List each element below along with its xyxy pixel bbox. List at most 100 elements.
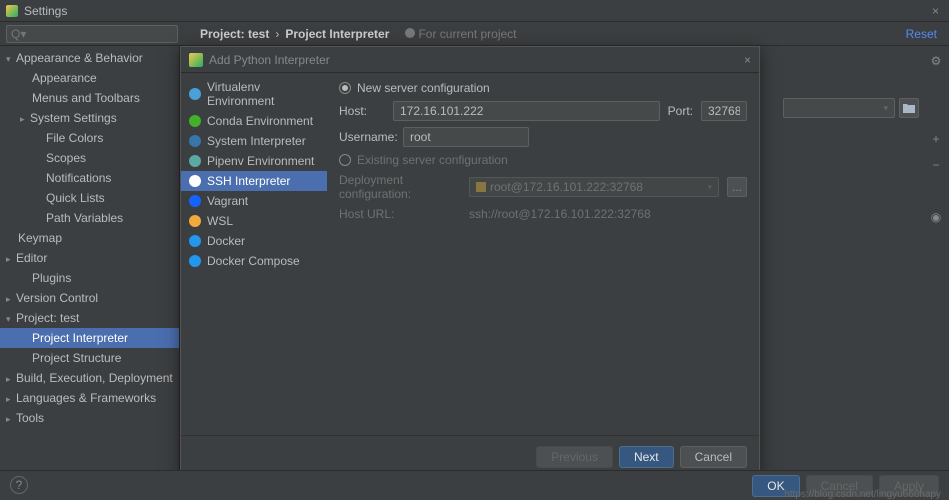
interpreter-option[interactable]: System Interpreter — [181, 131, 327, 151]
sidebar-item[interactable]: Project Interpreter — [0, 328, 179, 348]
host-url-label: Host URL: — [339, 207, 461, 221]
option-icon — [189, 115, 201, 127]
app-icon — [6, 5, 18, 17]
option-icon — [189, 88, 201, 100]
port-input[interactable] — [701, 101, 747, 121]
option-label: Docker Compose — [207, 254, 300, 268]
new-config-radio-row[interactable]: New server configuration — [339, 81, 747, 95]
add-interpreter-dialog: Add Python Interpreter × Virtualenv Envi… — [180, 46, 760, 479]
breadcrumb: Project: test › Project Interpreter For … — [200, 27, 517, 41]
dialog-icon — [189, 53, 203, 67]
existing-config-radio-row[interactable]: Existing server configuration — [339, 153, 747, 167]
breadcrumb-page: Project Interpreter — [285, 27, 389, 41]
new-config-label: New server configuration — [357, 81, 490, 95]
option-icon — [189, 255, 201, 267]
deployment-label: Deployment configuration: — [339, 173, 461, 201]
option-label: Conda Environment — [207, 114, 313, 128]
interpreter-browse-button[interactable] — [899, 98, 919, 118]
interpreter-option[interactable]: Pipenv Environment — [181, 151, 327, 171]
sidebar-item[interactable]: Plugins — [0, 268, 179, 288]
host-label: Host: — [339, 104, 385, 118]
interpreter-form: New server configuration Host: Port: Use… — [327, 73, 759, 275]
plus-icon[interactable]: + — [929, 132, 943, 146]
sidebar-item[interactable]: Menus and Toolbars — [0, 88, 179, 108]
interpreter-type-list: Virtualenv Environment Conda Environment S… — [181, 73, 327, 275]
interpreter-option[interactable]: WSL — [181, 211, 327, 231]
breadcrumb-project: Project: test — [200, 27, 269, 41]
sidebar-item[interactable]: System Settings — [0, 108, 179, 128]
radio-icon — [339, 154, 351, 166]
breadcrumb-hint: For current project — [405, 27, 516, 41]
option-label: System Interpreter — [207, 134, 306, 148]
titlebar: Settings × — [0, 0, 949, 22]
interpreter-option[interactable]: Virtualenv Environment — [181, 77, 327, 111]
option-icon — [189, 175, 201, 187]
next-button[interactable]: Next — [619, 446, 674, 468]
option-icon — [189, 195, 201, 207]
gear-icon — [405, 28, 415, 38]
window-title: Settings — [24, 4, 928, 18]
option-icon — [189, 215, 201, 227]
option-label: Virtualenv Environment — [207, 80, 319, 108]
eye-icon[interactable]: ◉ — [929, 210, 943, 224]
deployment-value: root@172.16.101.222:32768 — [490, 180, 643, 194]
username-input[interactable] — [403, 127, 529, 147]
option-label: WSL — [207, 214, 233, 228]
radio-icon — [339, 82, 351, 94]
search-row: Project: test › Project Interpreter For … — [0, 22, 949, 46]
right-gutter: ⚙ + − ◉ — [923, 46, 949, 224]
option-label: Docker — [207, 234, 245, 248]
content-area: Add Python Interpreter × Virtualenv Envi… — [180, 46, 949, 474]
sidebar-item[interactable]: Tools — [0, 408, 179, 428]
sidebar-item[interactable]: Path Variables — [0, 208, 179, 228]
reset-link[interactable]: Reset — [906, 27, 943, 41]
sidebar-item[interactable]: Appearance — [0, 68, 179, 88]
sidebar-item[interactable]: Languages & Frameworks — [0, 388, 179, 408]
dialog-titlebar: Add Python Interpreter × — [181, 47, 759, 73]
deployment-combo: root@172.16.101.222:32768 — [469, 177, 719, 197]
interpreter-combo[interactable] — [783, 98, 895, 118]
deployment-browse-button[interactable]: ... — [727, 177, 747, 197]
previous-button[interactable]: Previous — [536, 446, 613, 468]
sidebar-item[interactable]: Keymap — [0, 228, 179, 248]
sidebar-item[interactable]: Notifications — [0, 168, 179, 188]
sidebar-item[interactable]: Version Control — [0, 288, 179, 308]
existing-config-label: Existing server configuration — [357, 153, 508, 167]
option-icon — [189, 155, 201, 167]
option-icon — [189, 135, 201, 147]
dialog-close-button[interactable]: × — [744, 53, 751, 67]
sidebar-item[interactable]: Scopes — [0, 148, 179, 168]
interpreter-option[interactable]: Vagrant — [181, 191, 327, 211]
dialog-cancel-button[interactable]: Cancel — [680, 446, 747, 468]
settings-sidebar: Appearance & BehaviorAppearanceMenus and… — [0, 46, 180, 474]
sidebar-item[interactable]: Build, Execution, Deployment — [0, 368, 179, 388]
option-icon — [189, 235, 201, 247]
sidebar-item[interactable]: Project Structure — [0, 348, 179, 368]
interpreter-option[interactable]: Docker Compose — [181, 251, 327, 271]
sidebar-item[interactable]: File Colors — [0, 128, 179, 148]
port-label: Port: — [668, 104, 693, 118]
breadcrumb-separator: › — [275, 27, 279, 41]
window-close-button[interactable]: × — [928, 4, 943, 18]
sidebar-item[interactable]: Quick Lists — [0, 188, 179, 208]
minus-icon[interactable]: − — [929, 158, 943, 172]
interpreter-option[interactable]: SSH Interpreter — [181, 171, 327, 191]
option-label: SSH Interpreter — [207, 174, 290, 188]
host-input[interactable] — [393, 101, 660, 121]
sidebar-item[interactable]: Appearance & Behavior — [0, 48, 179, 68]
help-button[interactable]: ? — [10, 476, 28, 494]
option-label: Pipenv Environment — [207, 154, 314, 168]
username-label: Username: — [339, 130, 395, 144]
dialog-title: Add Python Interpreter — [209, 53, 744, 67]
settings-search-input[interactable] — [6, 25, 178, 43]
sidebar-item[interactable]: Project: test — [0, 308, 179, 328]
sidebar-item[interactable]: Editor — [0, 248, 179, 268]
host-url-value: ssh://root@172.16.101.222:32768 — [469, 207, 651, 221]
interpreter-option[interactable]: Conda Environment — [181, 111, 327, 131]
watermark: https://blog.csdn.net/lingyu666hapy — [784, 489, 941, 500]
gear-icon[interactable]: ⚙ — [929, 54, 943, 68]
interpreter-option[interactable]: Docker — [181, 231, 327, 251]
server-icon — [476, 182, 486, 192]
interpreter-selector-row — [783, 98, 919, 118]
option-label: Vagrant — [207, 194, 248, 208]
